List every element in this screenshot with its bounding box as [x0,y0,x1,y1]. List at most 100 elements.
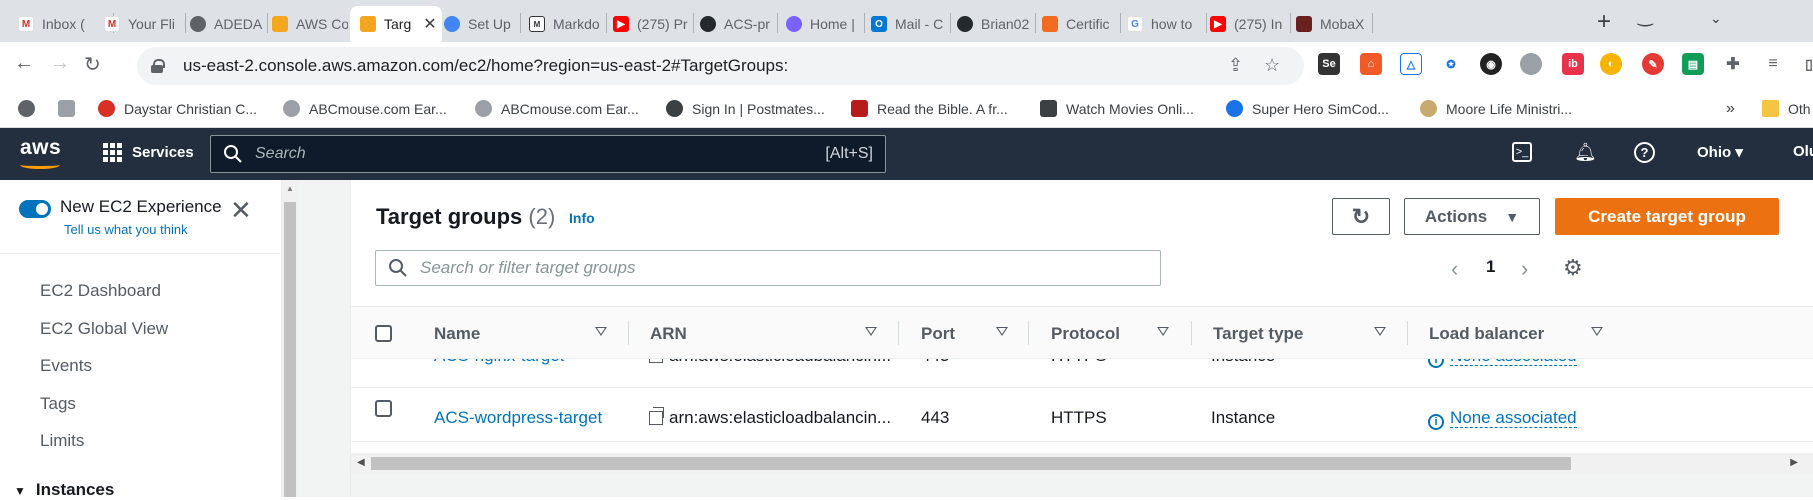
account-menu[interactable]: Olu [1793,143,1813,160]
browser-tab[interactable]: ▶ (275) In [1210,6,1292,42]
row-checkbox[interactable] [375,400,392,417]
new-experience-toggle[interactable] [19,200,51,218]
column-resizer[interactable] [1028,321,1029,345]
bookmark-icon-item[interactable] [58,100,84,117]
reload-icon[interactable]: ↻ [84,52,101,77]
bookmark-item[interactable]: Daystar Christian C... [98,100,257,117]
bookmark-item[interactable]: Watch Movies Onli... [1040,100,1194,117]
browser-tab[interactable]: ACS-pr [700,6,776,42]
sort-icon[interactable] [1374,327,1386,336]
lock-icon[interactable] [151,59,165,73]
minimize-icon[interactable]: ‿ [1638,6,1652,27]
bookmark-item[interactable]: ABCmouse.com Ear... [283,100,447,117]
column-header-arn[interactable]: ARN [650,324,687,344]
page-number[interactable]: 1 [1486,257,1495,277]
browser-tab[interactable]: MobaX [1296,6,1378,42]
sort-icon[interactable] [996,327,1008,336]
sort-icon[interactable] [1591,327,1603,336]
extension-icon[interactable]: ib [1562,53,1584,75]
copy-icon[interactable] [649,407,664,425]
share-icon[interactable]: ⇪ [1228,55,1243,76]
select-all-checkbox[interactable] [375,325,392,342]
sidebar-item-ec2-global-view[interactable]: EC2 Global View [40,319,168,339]
puzzle-extensions-icon[interactable]: ✚ [1722,53,1744,75]
tab-search-chevron-icon[interactable]: ⌄ [1710,10,1722,27]
actions-button[interactable]: Actions ▼ [1404,198,1540,235]
other-bookmarks-folder[interactable]: Oth [1762,100,1811,117]
bookmark-star-icon[interactable]: ☆ [1264,55,1280,76]
target-group-name-link[interactable]: ACS-wordpress-target [434,408,602,428]
sidebar-item-tags[interactable]: Tags [40,394,76,414]
create-target-group-button[interactable]: Create target group [1555,198,1779,235]
column-header-name[interactable]: Name [434,324,480,344]
extension-icon[interactable] [1520,53,1542,75]
cloudshell-icon[interactable]: >_ [1512,142,1532,162]
extension-icon[interactable]: ◉ [1480,53,1502,75]
browser-tab[interactable]: Home | [786,6,866,42]
reading-list-icon[interactable]: ≡ [1762,53,1784,75]
browser-tab[interactable]: M Your Fli [104,6,184,42]
bookmark-item[interactable]: Super Hero SimCod... [1226,100,1389,117]
sidebar-item-limits[interactable]: Limits [40,431,84,451]
scroll-up-icon[interactable]: ▲ [286,184,294,193]
browser-tab[interactable]: Set Up [444,6,522,42]
bookmark-item[interactable]: ABCmouse.com Ear... [475,100,639,117]
extension-icon[interactable]: ⌂ [1360,53,1382,75]
column-resizer[interactable] [1407,321,1408,345]
aws-search-input[interactable]: Search [Alt+S] [210,135,886,173]
aws-logo[interactable]: aws [20,136,61,169]
new-tab-icon[interactable]: + [1597,8,1611,36]
feedback-link[interactable]: Tell us what you think [64,222,188,237]
services-menu-button[interactable]: Services [103,143,194,162]
scroll-left-icon[interactable]: ◀ [357,457,365,468]
scrollbar-thumb[interactable] [371,457,1571,470]
selenium-extension-icon[interactable]: Se [1318,53,1340,75]
sidebar-section-instances[interactable]: ▼ Instances [14,480,114,500]
gear-icon[interactable]: ⚙ [1563,255,1583,281]
extension-icon[interactable]: ▤ [1682,53,1704,75]
browser-tab-active[interactable]: Targ ✕ [350,6,442,42]
forward-arrow-icon[interactable]: → [50,52,70,75]
sidebar-item-ec2-dashboard[interactable]: EC2 Dashboard [40,281,161,301]
extension-icon[interactable]: ✪ [1440,53,1462,75]
column-header-port[interactable]: Port [921,324,955,344]
notification-bell-icon[interactable]: 🔔︎ [1574,142,1597,163]
url-text[interactable]: us-east-2.console.aws.amazon.com/ec2/hom… [183,56,788,76]
browser-tab[interactable]: Brian02 [957,6,1037,42]
browser-tab[interactable]: O Mail - C [871,6,953,42]
browser-tab[interactable]: AWS Co [272,6,348,42]
browser-tab[interactable]: Ghow to [1127,6,1207,42]
scrollbar-thumb[interactable] [284,202,296,497]
help-icon[interactable]: ? [1634,142,1655,163]
browser-tab[interactable]: ▶ (275) Pr [613,6,695,42]
scroll-right-icon[interactable]: ▶ [1790,457,1798,468]
load-balancer-cell[interactable]: iNone associated [1428,408,1577,430]
close-tab-icon[interactable]: ✕ [423,14,436,34]
browser-tab[interactable]: Certific [1042,6,1124,42]
filter-input[interactable]: Search or filter target groups [375,250,1161,286]
browser-tab[interactable]: M Markdo [529,6,605,42]
table-row[interactable]: ACS-wordpress-target arn:aws:elasticload… [351,390,1813,442]
sidebar-scrollbar[interactable]: ▲ [282,180,298,497]
bookmark-icon-item[interactable] [18,100,44,117]
bookmarks-overflow-icon[interactable]: » [1726,100,1735,118]
side-panel-icon[interactable]: ▯ [1798,53,1813,75]
browser-tab[interactable]: M Inbox ( [18,6,110,42]
sort-icon[interactable] [1157,327,1169,336]
next-page-icon[interactable]: › [1521,256,1528,282]
column-header-load-balancer[interactable]: Load balancer [1429,324,1544,344]
column-resizer[interactable] [628,321,629,345]
sort-icon[interactable] [595,327,607,336]
info-link[interactable]: Info [569,210,595,226]
column-header-target-type[interactable]: Target type [1213,324,1303,344]
previous-page-icon[interactable]: ‹ [1451,256,1458,282]
address-bar[interactable]: us-east-2.console.aws.amazon.com/ec2/hom… [137,47,1304,85]
back-arrow-icon[interactable]: ← [14,52,34,75]
bookmark-item[interactable]: Sign In | Postmates... [666,100,825,117]
extension-icon[interactable]: ✎ [1642,53,1664,75]
column-resizer[interactable] [898,321,899,345]
region-selector[interactable]: Ohio ▾ [1697,143,1743,161]
sort-icon[interactable] [865,327,877,336]
bookmark-item[interactable]: Read the Bible. A fr... [851,100,1008,117]
column-resizer[interactable] [1191,321,1192,345]
